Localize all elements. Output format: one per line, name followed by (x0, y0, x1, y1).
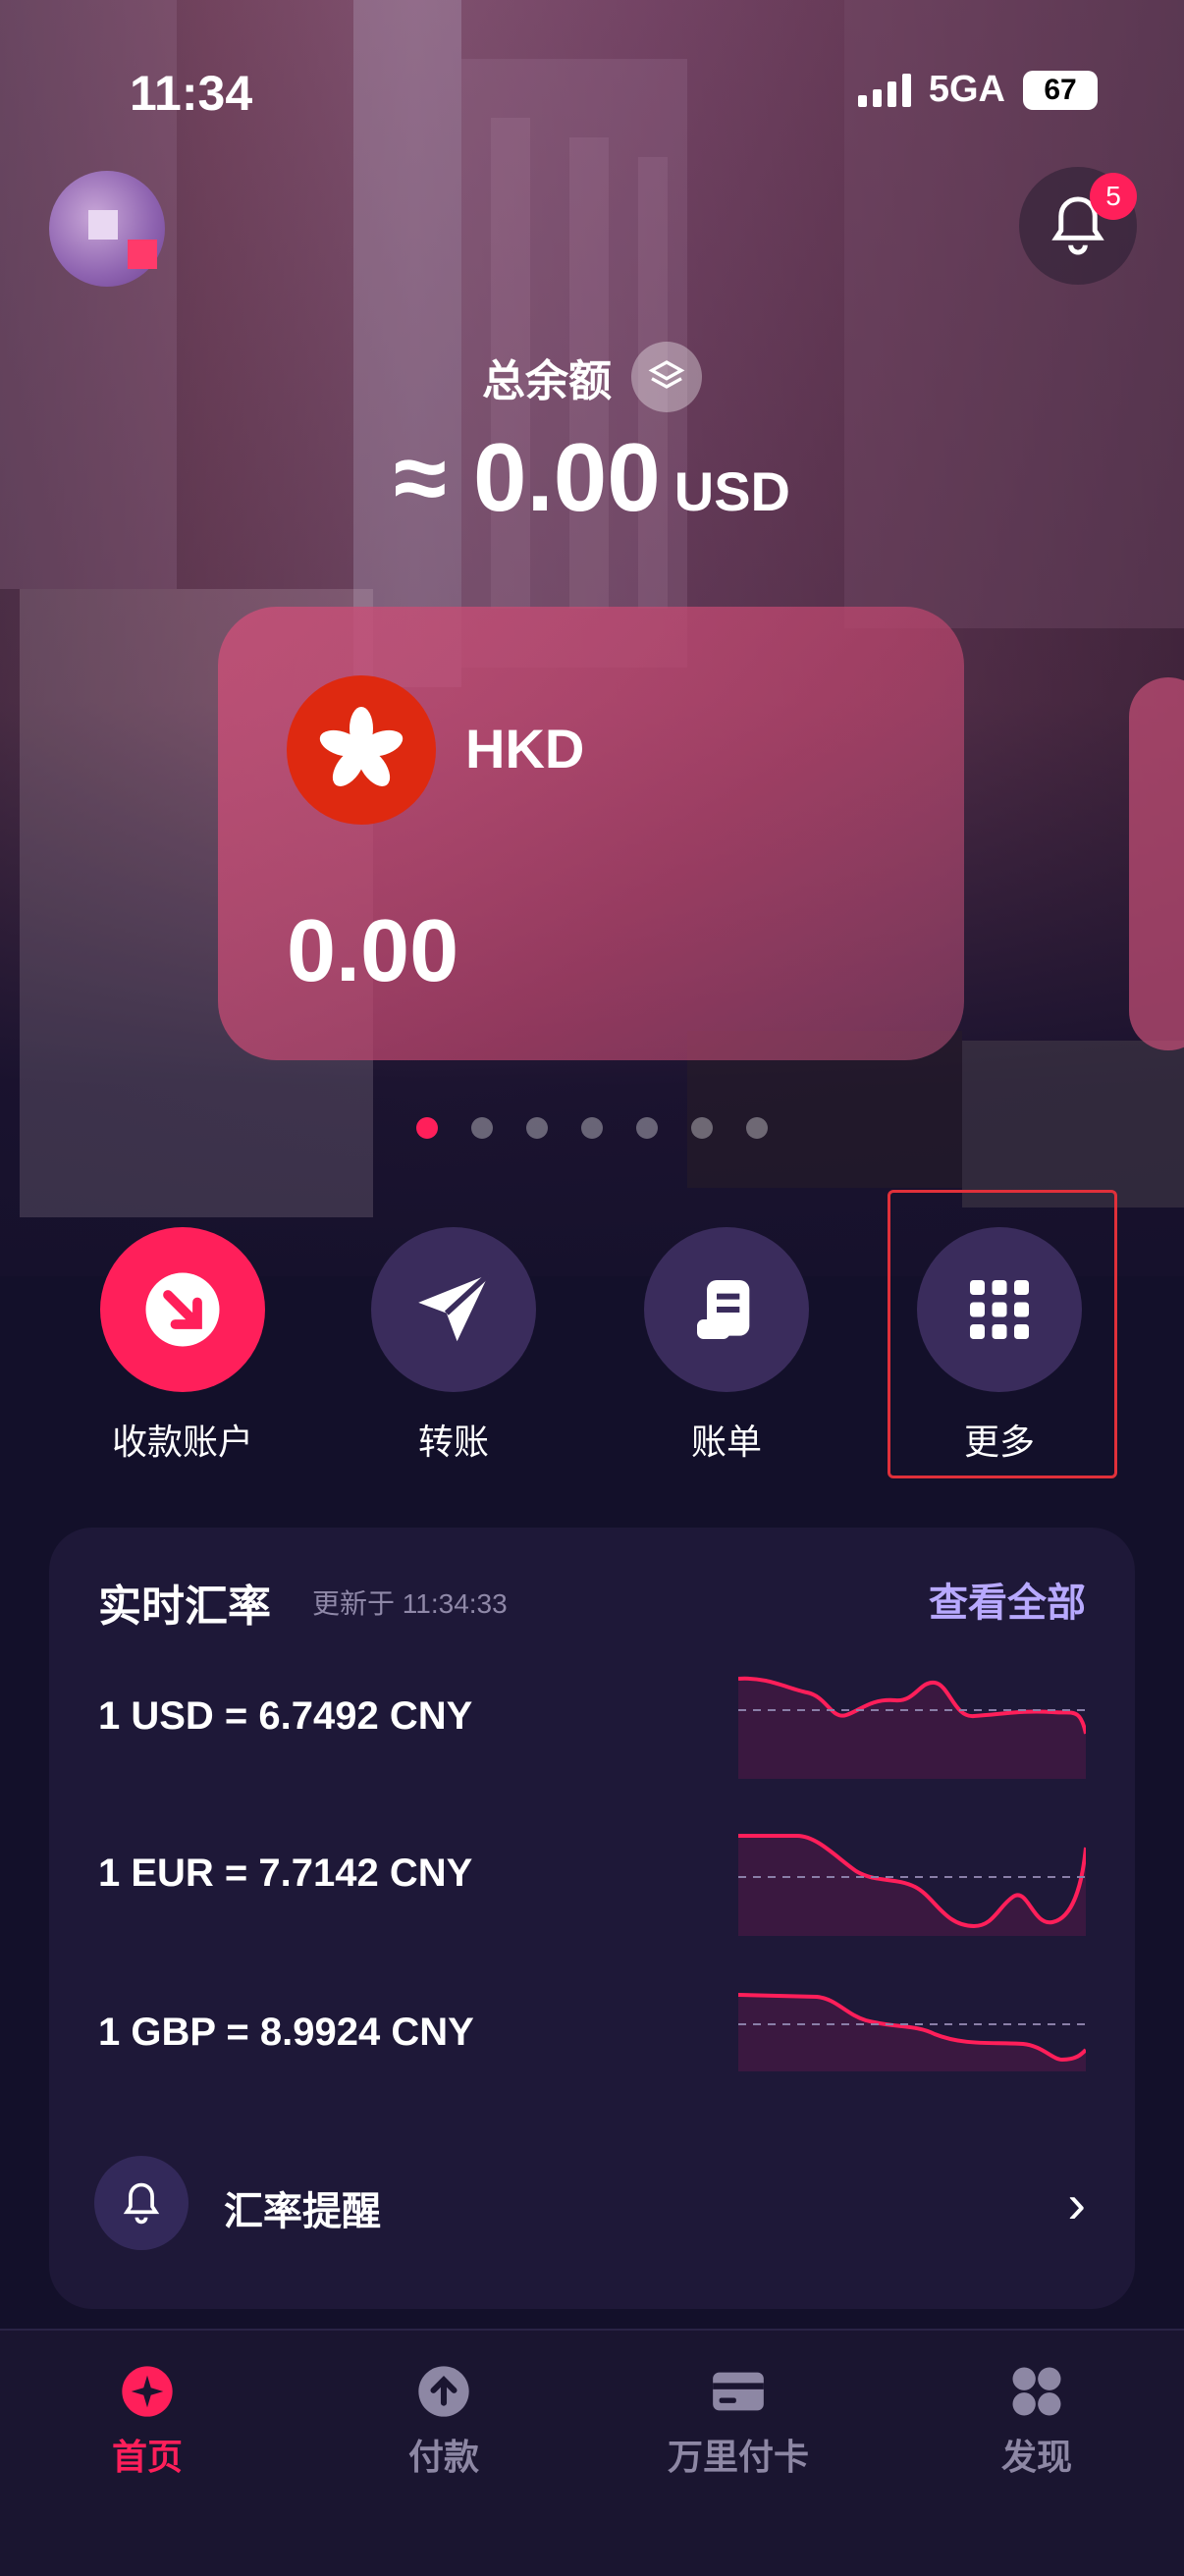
action-label: 账单 (690, 1422, 762, 1462)
view-all-link[interactable]: 查看全部 (929, 1571, 1086, 1628)
pager-dot[interactable] (416, 1117, 438, 1139)
usd-sparkline (738, 1676, 1086, 1779)
pager-dot[interactable] (746, 1117, 768, 1139)
balance-label-text: 总余额 (482, 357, 612, 405)
tab-label: 万里付卡 (667, 2437, 809, 2477)
balance-currency: USD (673, 460, 790, 522)
upload-icon (416, 2364, 471, 2419)
discover-icon (1009, 2364, 1064, 2419)
signal-icon (857, 73, 911, 107)
action-label: 转账 (417, 1422, 489, 1462)
home-star-icon (120, 2364, 175, 2419)
battery-icon: 67 (1023, 70, 1098, 110)
layers-icon[interactable] (631, 342, 702, 412)
avatar[interactable] (49, 171, 165, 287)
arrow-down-right-icon (100, 1227, 265, 1392)
total-balance-label: 总余额 (0, 342, 1184, 412)
tab-home[interactable]: 首页 (39, 2364, 255, 2480)
eur-sparkline (738, 1834, 1086, 1936)
notification-badge: 5 (1090, 173, 1137, 220)
fx-row-usd[interactable]: 1 USD = 6.7492 CNY (98, 1694, 472, 1739)
hong-kong-flag-icon (287, 675, 436, 825)
total-balance-amount: ≈ 0.00 USD (0, 422, 1184, 533)
status-time: 11:34 (130, 66, 253, 121)
pager-dot[interactable] (636, 1117, 658, 1139)
status-indicators: 5GA 67 (857, 69, 1098, 111)
fx-row-gbp[interactable]: 1 GBP = 8.9924 CNY (98, 2011, 474, 2055)
action-label: 收款账户 (111, 1422, 253, 1462)
rate-alert-row[interactable]: 汇率提醒 › (94, 2152, 1086, 2250)
card-pager (0, 1117, 1184, 1139)
bottom-tab-bar: 首页 付款 万里付卡 发现 (0, 2329, 1184, 2576)
tab-card[interactable]: 万里付卡 (630, 2364, 846, 2480)
gbp-sparkline (738, 1993, 1086, 2071)
currency-card-hkd[interactable]: HKD 0.00 (218, 607, 964, 1060)
bell-icon (94, 2156, 188, 2250)
pager-dot[interactable] (581, 1117, 603, 1139)
transfer-action[interactable]: 转账 (355, 1227, 552, 1465)
paper-plane-icon (371, 1227, 536, 1392)
pager-dot[interactable] (526, 1117, 548, 1139)
card-amount: 0.00 (287, 902, 459, 1000)
fx-updated-time: 更新于 11:34:33 (312, 1588, 508, 1619)
receive-account-action[interactable]: 收款账户 (84, 1227, 281, 1465)
rate-alert-label: 汇率提醒 (224, 2190, 381, 2233)
tab-label: 付款 (407, 2437, 479, 2477)
card-currency: HKD (465, 718, 585, 779)
card-icon (711, 2364, 766, 2419)
balance-value: ≈ 0.00 (394, 423, 661, 531)
tab-label: 发现 (1000, 2437, 1072, 2477)
network-label: 5GA (928, 69, 1005, 110)
exchange-rate-panel: 实时汇率 更新于 11:34:33 查看全部 1 USD = 6.7492 CN… (49, 1528, 1135, 2309)
more-action-highlight (888, 1190, 1117, 1478)
next-card-peek[interactable] (1129, 677, 1184, 1050)
chevron-right-icon: › (1067, 2173, 1086, 2234)
bills-action[interactable]: 账单 (628, 1227, 825, 1465)
tab-label: 首页 (111, 2437, 183, 2477)
pager-dot[interactable] (691, 1117, 713, 1139)
receipt-icon (644, 1227, 809, 1392)
pager-dot[interactable] (471, 1117, 493, 1139)
tab-discover[interactable]: 发现 (929, 2364, 1145, 2480)
fx-title: 实时汇率 (98, 1583, 271, 1631)
tab-pay[interactable]: 付款 (336, 2364, 552, 2480)
fx-row-eur[interactable]: 1 EUR = 7.7142 CNY (98, 1852, 472, 1896)
